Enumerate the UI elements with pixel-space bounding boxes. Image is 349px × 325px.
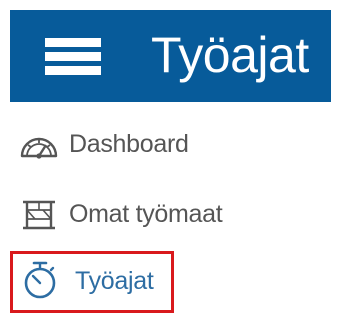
construction-crane-icon <box>19 195 59 235</box>
hamburger-bar <box>45 66 101 75</box>
page-title: Työajat <box>151 27 309 83</box>
app-header: Työajat <box>10 10 331 102</box>
stopwatch-icon <box>20 260 60 300</box>
nav-item-label: Dashboard <box>69 130 189 158</box>
hamburger-bar <box>45 38 101 47</box>
nav-item-tyoajat[interactable]: Työajat <box>10 251 174 313</box>
nav-item-dashboard[interactable]: Dashboard <box>10 121 250 169</box>
nav-item-label: Omat työmaat <box>69 200 223 228</box>
speedometer-icon <box>19 125 59 165</box>
nav-item-label: Työajat <box>75 267 154 295</box>
hamburger-menu-icon[interactable] <box>45 32 101 80</box>
nav-item-omat-tyomaat[interactable]: Omat työmaat <box>10 191 290 239</box>
hamburger-bar <box>45 52 101 61</box>
